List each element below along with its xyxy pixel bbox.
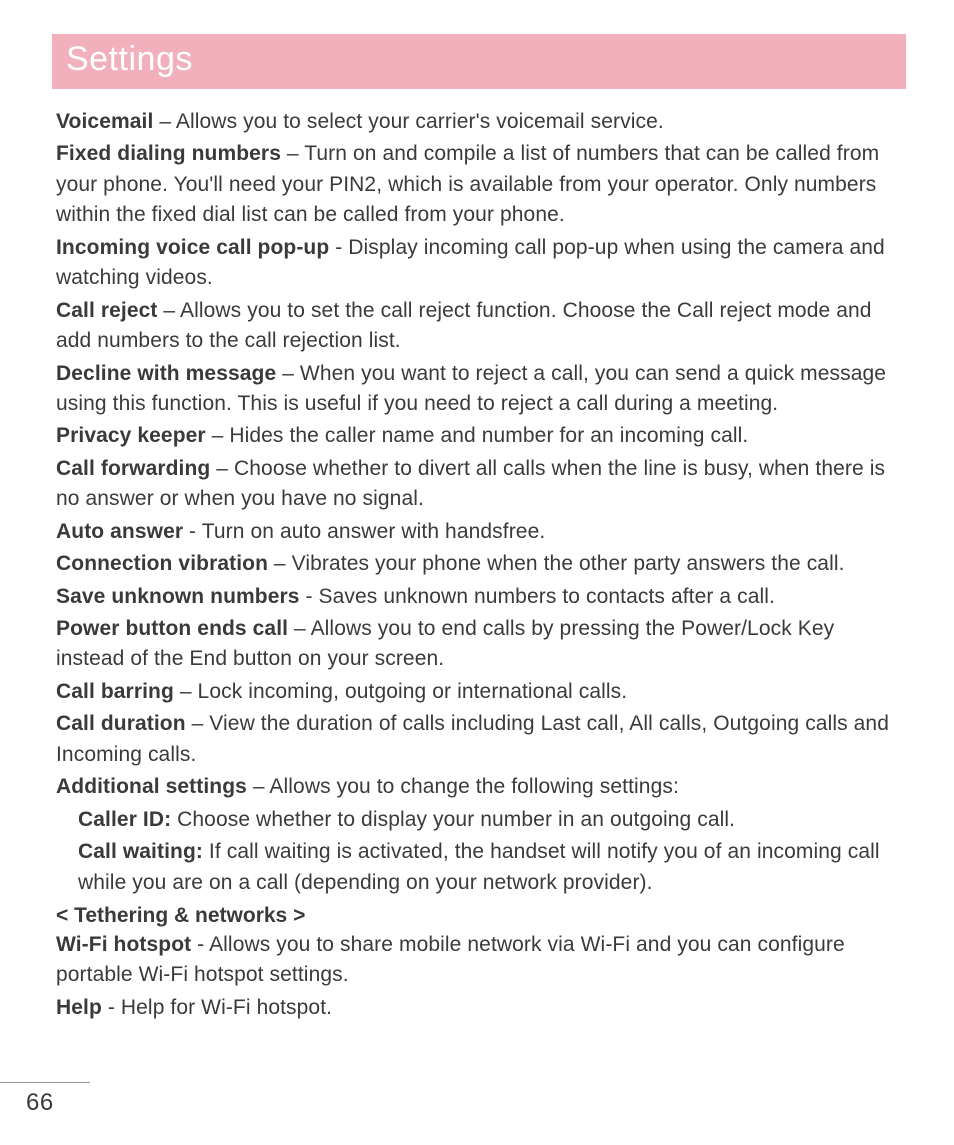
term: Auto answer xyxy=(56,520,183,543)
sep: – xyxy=(206,424,230,447)
term: Call duration xyxy=(56,712,186,735)
sub-caller-id: Caller ID: Choose whether to display you… xyxy=(78,805,902,835)
sep: - xyxy=(191,933,209,956)
content-body: Voicemail – Allows you to select your ca… xyxy=(52,107,906,1023)
setting-call-forwarding: Call forwarding – Choose whether to dive… xyxy=(56,454,902,515)
term: Privacy keeper xyxy=(56,424,206,447)
setting-call-reject: Call reject – Allows you to set the call… xyxy=(56,296,902,357)
desc: Help for Wi-Fi hotspot. xyxy=(121,996,332,1019)
setting-wifi-hotspot: Wi-Fi hotspot - Allows you to share mobi… xyxy=(56,930,902,991)
desc: Turn on auto answer with handsfree. xyxy=(202,520,546,543)
sep: – xyxy=(186,712,210,735)
term: Connection vibration xyxy=(56,552,268,575)
sep: – xyxy=(276,362,300,385)
setting-voicemail: Voicemail – Allows you to select your ca… xyxy=(56,107,902,137)
term: Help xyxy=(56,996,102,1019)
sep: – xyxy=(288,617,311,640)
term: Call reject xyxy=(56,299,158,322)
setting-incoming-voice-call-popup: Incoming voice call pop-up - Display inc… xyxy=(56,233,902,294)
desc: Choose whether to display your number in… xyxy=(177,808,735,831)
setting-decline-with-message: Decline with message – When you want to … xyxy=(56,359,902,420)
sep: – xyxy=(158,299,181,322)
sep: – xyxy=(174,680,198,703)
term: Decline with message xyxy=(56,362,276,385)
setting-help: Help - Help for Wi-Fi hotspot. xyxy=(56,993,902,1023)
desc: Allows you to select your carrier's voic… xyxy=(176,110,664,133)
page: Settings Voicemail – Allows you to selec… xyxy=(0,0,954,1023)
term: Power button ends call xyxy=(56,617,288,640)
sep: – xyxy=(281,142,304,165)
setting-additional-settings: Additional settings – Allows you to chan… xyxy=(56,772,902,802)
desc: Saves unknown numbers to contacts after … xyxy=(319,585,775,608)
setting-auto-answer: Auto answer - Turn on auto answer with h… xyxy=(56,517,902,547)
term: Save unknown numbers xyxy=(56,585,300,608)
term: Additional settings xyxy=(56,775,247,798)
footer-rule xyxy=(0,1082,90,1083)
sep: – xyxy=(210,457,234,480)
term: Caller ID: xyxy=(78,808,171,831)
setting-connection-vibration: Connection vibration – Vibrates your pho… xyxy=(56,549,902,579)
page-footer: 66 xyxy=(0,1082,954,1117)
term: Fixed dialing numbers xyxy=(56,142,281,165)
sep: - xyxy=(329,236,348,259)
sep: - xyxy=(102,996,121,1019)
sep: – xyxy=(247,775,270,798)
setting-save-unknown-numbers: Save unknown numbers - Saves unknown num… xyxy=(56,582,902,612)
desc: Allows you to change the following setti… xyxy=(269,775,678,798)
term: Call forwarding xyxy=(56,457,210,480)
term: Call waiting: xyxy=(78,840,203,863)
sep: - xyxy=(183,520,202,543)
desc: Lock incoming, outgoing or international… xyxy=(198,680,628,703)
desc: Hides the caller name and number for an … xyxy=(229,424,748,447)
sep: – xyxy=(268,552,292,575)
page-number: 66 xyxy=(0,1089,954,1117)
page-title-bar: Settings xyxy=(52,34,906,89)
setting-privacy-keeper: Privacy keeper – Hides the caller name a… xyxy=(56,421,902,451)
additional-settings-sublist: Caller ID: Choose whether to display you… xyxy=(56,805,902,898)
section-tethering-networks: < Tethering & networks > xyxy=(56,904,902,928)
term: Call barring xyxy=(56,680,174,703)
sub-call-waiting: Call waiting: If call waiting is activat… xyxy=(78,837,902,898)
sep: – xyxy=(153,110,176,133)
page-title: Settings xyxy=(66,40,193,78)
desc: Vibrates your phone when the other party… xyxy=(292,552,845,575)
term: Incoming voice call pop-up xyxy=(56,236,329,259)
setting-call-duration: Call duration – View the duration of cal… xyxy=(56,709,902,770)
sep: - xyxy=(300,585,319,608)
term: Wi-Fi hotspot xyxy=(56,933,191,956)
term: Voicemail xyxy=(56,110,153,133)
setting-power-button-ends-call: Power button ends call – Allows you to e… xyxy=(56,614,902,675)
setting-call-barring: Call barring – Lock incoming, outgoing o… xyxy=(56,677,902,707)
setting-fixed-dialing-numbers: Fixed dialing numbers – Turn on and comp… xyxy=(56,139,902,230)
